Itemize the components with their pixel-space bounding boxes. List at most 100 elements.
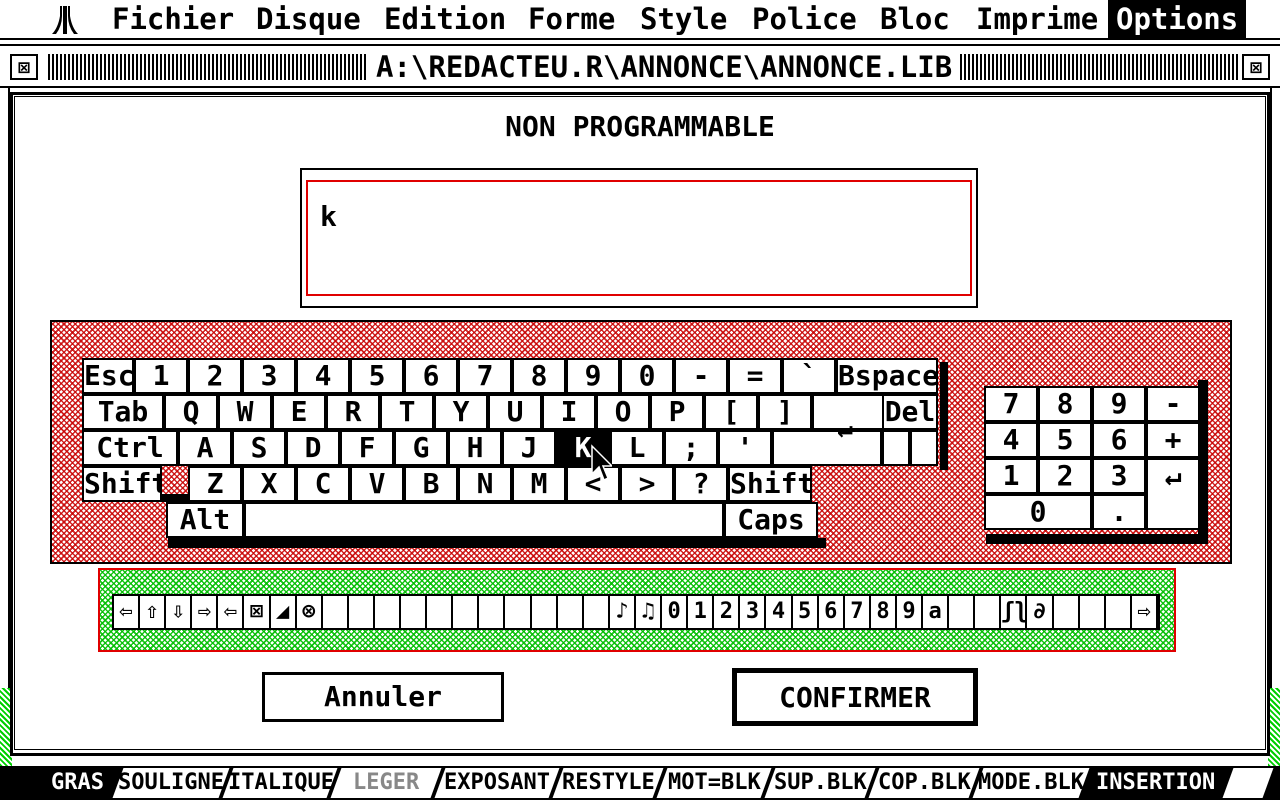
key-y[interactable]: Y xyxy=(434,394,488,430)
symbol-cell[interactable]: ⇩ xyxy=(166,596,193,628)
symbol-cell[interactable]: 7 xyxy=(845,596,871,628)
symbol-cell[interactable] xyxy=(401,596,428,628)
status-segment-gras[interactable]: GRAS xyxy=(34,768,120,798)
key-8[interactable]: 8 xyxy=(512,358,566,394)
key-symbol[interactable]: ; xyxy=(664,430,718,466)
numpad-8[interactable]: 8 xyxy=(1038,386,1092,422)
numpad-9[interactable]: 9 xyxy=(1092,386,1146,422)
symbol-cell[interactable]: a xyxy=(923,596,950,628)
status-segment-souligne[interactable]: SOULIGNE xyxy=(112,768,230,798)
status-segment-cop-blk[interactable]: COP.BLK xyxy=(868,768,980,798)
key-del[interactable]: Del xyxy=(882,394,938,430)
symbol-cell[interactable]: ◢ xyxy=(271,596,297,628)
key-symbol[interactable]: ' xyxy=(718,430,772,466)
key-input-field[interactable]: k xyxy=(306,180,972,296)
symbol-cell[interactable] xyxy=(584,596,610,628)
symbol-cell[interactable]: 5 xyxy=(793,596,819,628)
numpad-7[interactable]: 7 xyxy=(984,386,1038,422)
menu-edition[interactable]: Edition xyxy=(376,0,514,38)
symbol-cell[interactable] xyxy=(479,596,506,628)
key-v[interactable]: V xyxy=(350,466,404,502)
menu-police[interactable]: Police xyxy=(744,0,865,38)
symbol-cell[interactable] xyxy=(975,596,1002,628)
key-l[interactable]: L xyxy=(610,430,664,466)
key-symbol[interactable]: > xyxy=(620,466,674,502)
numpad-plus[interactable]: + xyxy=(1146,422,1200,458)
symbol-cell[interactable]: 4 xyxy=(767,596,793,628)
key-blank1[interactable] xyxy=(882,430,910,466)
key-7[interactable]: 7 xyxy=(458,358,512,394)
key-b[interactable]: B xyxy=(404,466,458,502)
key-d[interactable]: D xyxy=(286,430,340,466)
key-ctrl[interactable]: Ctrl xyxy=(82,430,178,466)
symbol-cell[interactable]: 8 xyxy=(871,596,897,628)
menu-style[interactable]: Style xyxy=(632,0,735,38)
symbol-cell[interactable]: 0 xyxy=(662,596,689,628)
menu-options[interactable]: Options xyxy=(1108,0,1246,38)
symbol-cell[interactable]: ⊠ xyxy=(245,596,271,628)
key-4[interactable]: 4 xyxy=(296,358,350,394)
symbol-cell[interactable]: ⇧ xyxy=(140,596,167,628)
key-3[interactable]: 3 xyxy=(242,358,296,394)
numpad-4[interactable]: 4 xyxy=(984,422,1038,458)
key-w[interactable]: W xyxy=(218,394,272,430)
symbol-cell[interactable] xyxy=(349,596,375,628)
symbol-cell[interactable]: ʃʅ xyxy=(1001,596,1028,628)
numpad-3[interactable]: 3 xyxy=(1092,458,1146,494)
atari-logo-icon[interactable] xyxy=(50,4,80,36)
symbol-cell[interactable]: ⊗ xyxy=(297,596,323,628)
status-segment-mot-blk[interactable]: MOT=BLK xyxy=(656,768,772,798)
key-n[interactable]: N xyxy=(458,466,512,502)
key-f[interactable]: F xyxy=(340,430,394,466)
key-9[interactable]: 9 xyxy=(566,358,620,394)
key-caps[interactable]: Caps xyxy=(724,502,818,538)
key-alt[interactable]: Alt xyxy=(166,502,244,538)
symbol-cell[interactable] xyxy=(532,596,558,628)
key-symbol[interactable]: ] xyxy=(758,394,812,430)
key-5[interactable]: 5 xyxy=(350,358,404,394)
key-a[interactable]: A xyxy=(178,430,232,466)
key-symbol[interactable]: ? xyxy=(674,466,728,502)
status-segment-exposant[interactable]: EXPOSANT xyxy=(434,768,560,798)
status-segment-sup-blk[interactable]: SUP.BLK xyxy=(764,768,876,798)
key-symbol[interactable]: = xyxy=(728,358,782,394)
symbol-cell[interactable]: ⇨ xyxy=(192,596,219,628)
symbol-cell[interactable] xyxy=(323,596,349,628)
numpad-1[interactable]: 1 xyxy=(984,458,1038,494)
symbol-cell[interactable] xyxy=(427,596,454,628)
key-p[interactable]: P xyxy=(650,394,704,430)
key-c[interactable]: C xyxy=(296,466,350,502)
key-h[interactable]: H xyxy=(448,430,502,466)
status-segment-insertion[interactable]: INSERTION xyxy=(1082,768,1230,798)
symbol-cell[interactable]: 6 xyxy=(819,596,845,628)
symbol-cell[interactable]: 2 xyxy=(714,596,741,628)
key-e[interactable]: E xyxy=(272,394,326,430)
key-z[interactable]: Z xyxy=(188,466,242,502)
key-j[interactable]: J xyxy=(502,430,556,466)
symbol-cell[interactable] xyxy=(375,596,402,628)
symbol-cell[interactable]: 1 xyxy=(688,596,715,628)
key-r[interactable]: R xyxy=(326,394,380,430)
menu-disque[interactable]: Disque xyxy=(248,0,369,38)
numpad-2[interactable]: 2 xyxy=(1038,458,1092,494)
key-i[interactable]: I xyxy=(542,394,596,430)
symbol-cell[interactable]: ♪ xyxy=(610,596,636,628)
key-0[interactable]: 0 xyxy=(620,358,674,394)
symbol-cell[interactable] xyxy=(949,596,976,628)
key-space[interactable] xyxy=(244,502,724,538)
status-segment-mode-blk[interactable]: MODE.BLK xyxy=(972,768,1090,798)
menu-fichier[interactable]: Fichier xyxy=(104,0,242,38)
menu-bloc[interactable]: Bloc xyxy=(872,0,958,38)
key-tab[interactable]: Tab xyxy=(82,394,164,430)
key-esc[interactable]: Esc xyxy=(82,358,134,394)
confirm-button[interactable]: CONFIRMER xyxy=(732,668,978,726)
symbol-cell[interactable] xyxy=(558,596,584,628)
symbol-cell[interactable]: ⇨ xyxy=(1132,596,1158,628)
key-symbol[interactable]: ` xyxy=(782,358,836,394)
window-title-bar[interactable]: ⊠ A:\REDACTEU.R\ANNONCE\ANNONCE.LIB ⊠ xyxy=(0,44,1280,88)
symbol-cell[interactable] xyxy=(506,596,532,628)
key-symbol[interactable]: - xyxy=(674,358,728,394)
key-2[interactable]: 2 xyxy=(188,358,242,394)
key-m[interactable]: M xyxy=(512,466,566,502)
status-segment-italique[interactable]: ITALIQUE xyxy=(222,768,338,798)
